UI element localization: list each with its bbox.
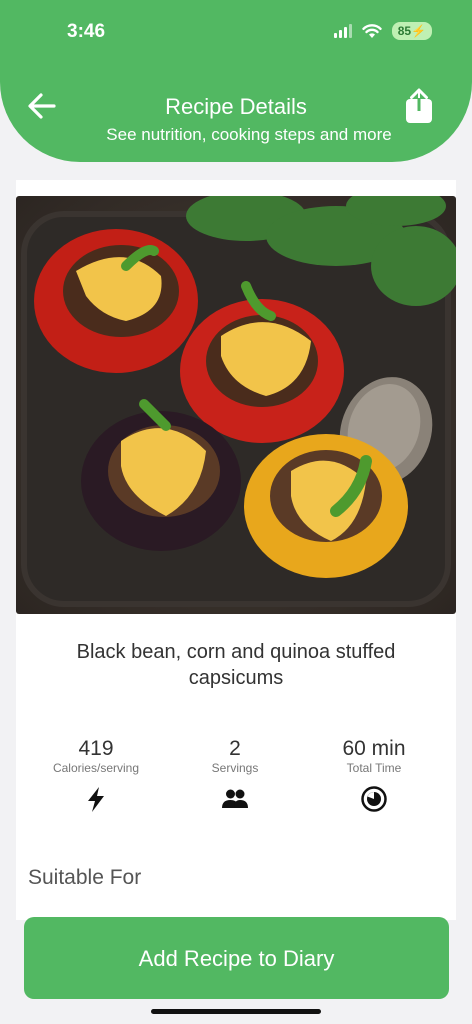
stat-label: Calories/serving	[52, 761, 140, 775]
stat-label: Total Time	[346, 761, 402, 775]
stat-calories: 419 Calories/serving	[36, 737, 156, 818]
timer-icon	[361, 786, 387, 812]
add-recipe-to-diary-button[interactable]: Add Recipe to Diary	[24, 917, 449, 999]
stat-total-time: 60 min Total Time	[314, 737, 434, 818]
home-indicator[interactable]	[151, 1009, 321, 1014]
battery-level: 85	[397, 24, 412, 38]
suitable-for-heading: Suitable For	[28, 866, 142, 889]
cellular-signal-icon	[333, 24, 352, 38]
status-icons: 85⚡	[333, 22, 432, 40]
header: 3:46 85⚡ Recipe Details See nutrition, c…	[0, 0, 472, 162]
people-icon	[222, 789, 248, 808]
stat-value: 419	[78, 737, 114, 760]
recipe-photo	[16, 196, 456, 614]
stat-label: Servings	[211, 761, 259, 775]
stat-value: 60 min	[342, 737, 406, 760]
battery-indicator: 85⚡	[391, 22, 432, 40]
stat-servings: 2 Servings	[175, 737, 295, 818]
page-subtitle: See nutrition, cooking steps and more	[106, 125, 392, 144]
lightning-icon	[88, 787, 104, 812]
share-icon[interactable]	[402, 88, 436, 124]
stat-value: 2	[229, 737, 241, 760]
wifi-icon	[361, 23, 382, 38]
charging-bolt-icon: ⚡	[411, 24, 426, 38]
status-time: 3:46	[67, 21, 106, 42]
recipe-title: Black bean, corn and quinoa stuffed caps…	[76, 641, 396, 689]
